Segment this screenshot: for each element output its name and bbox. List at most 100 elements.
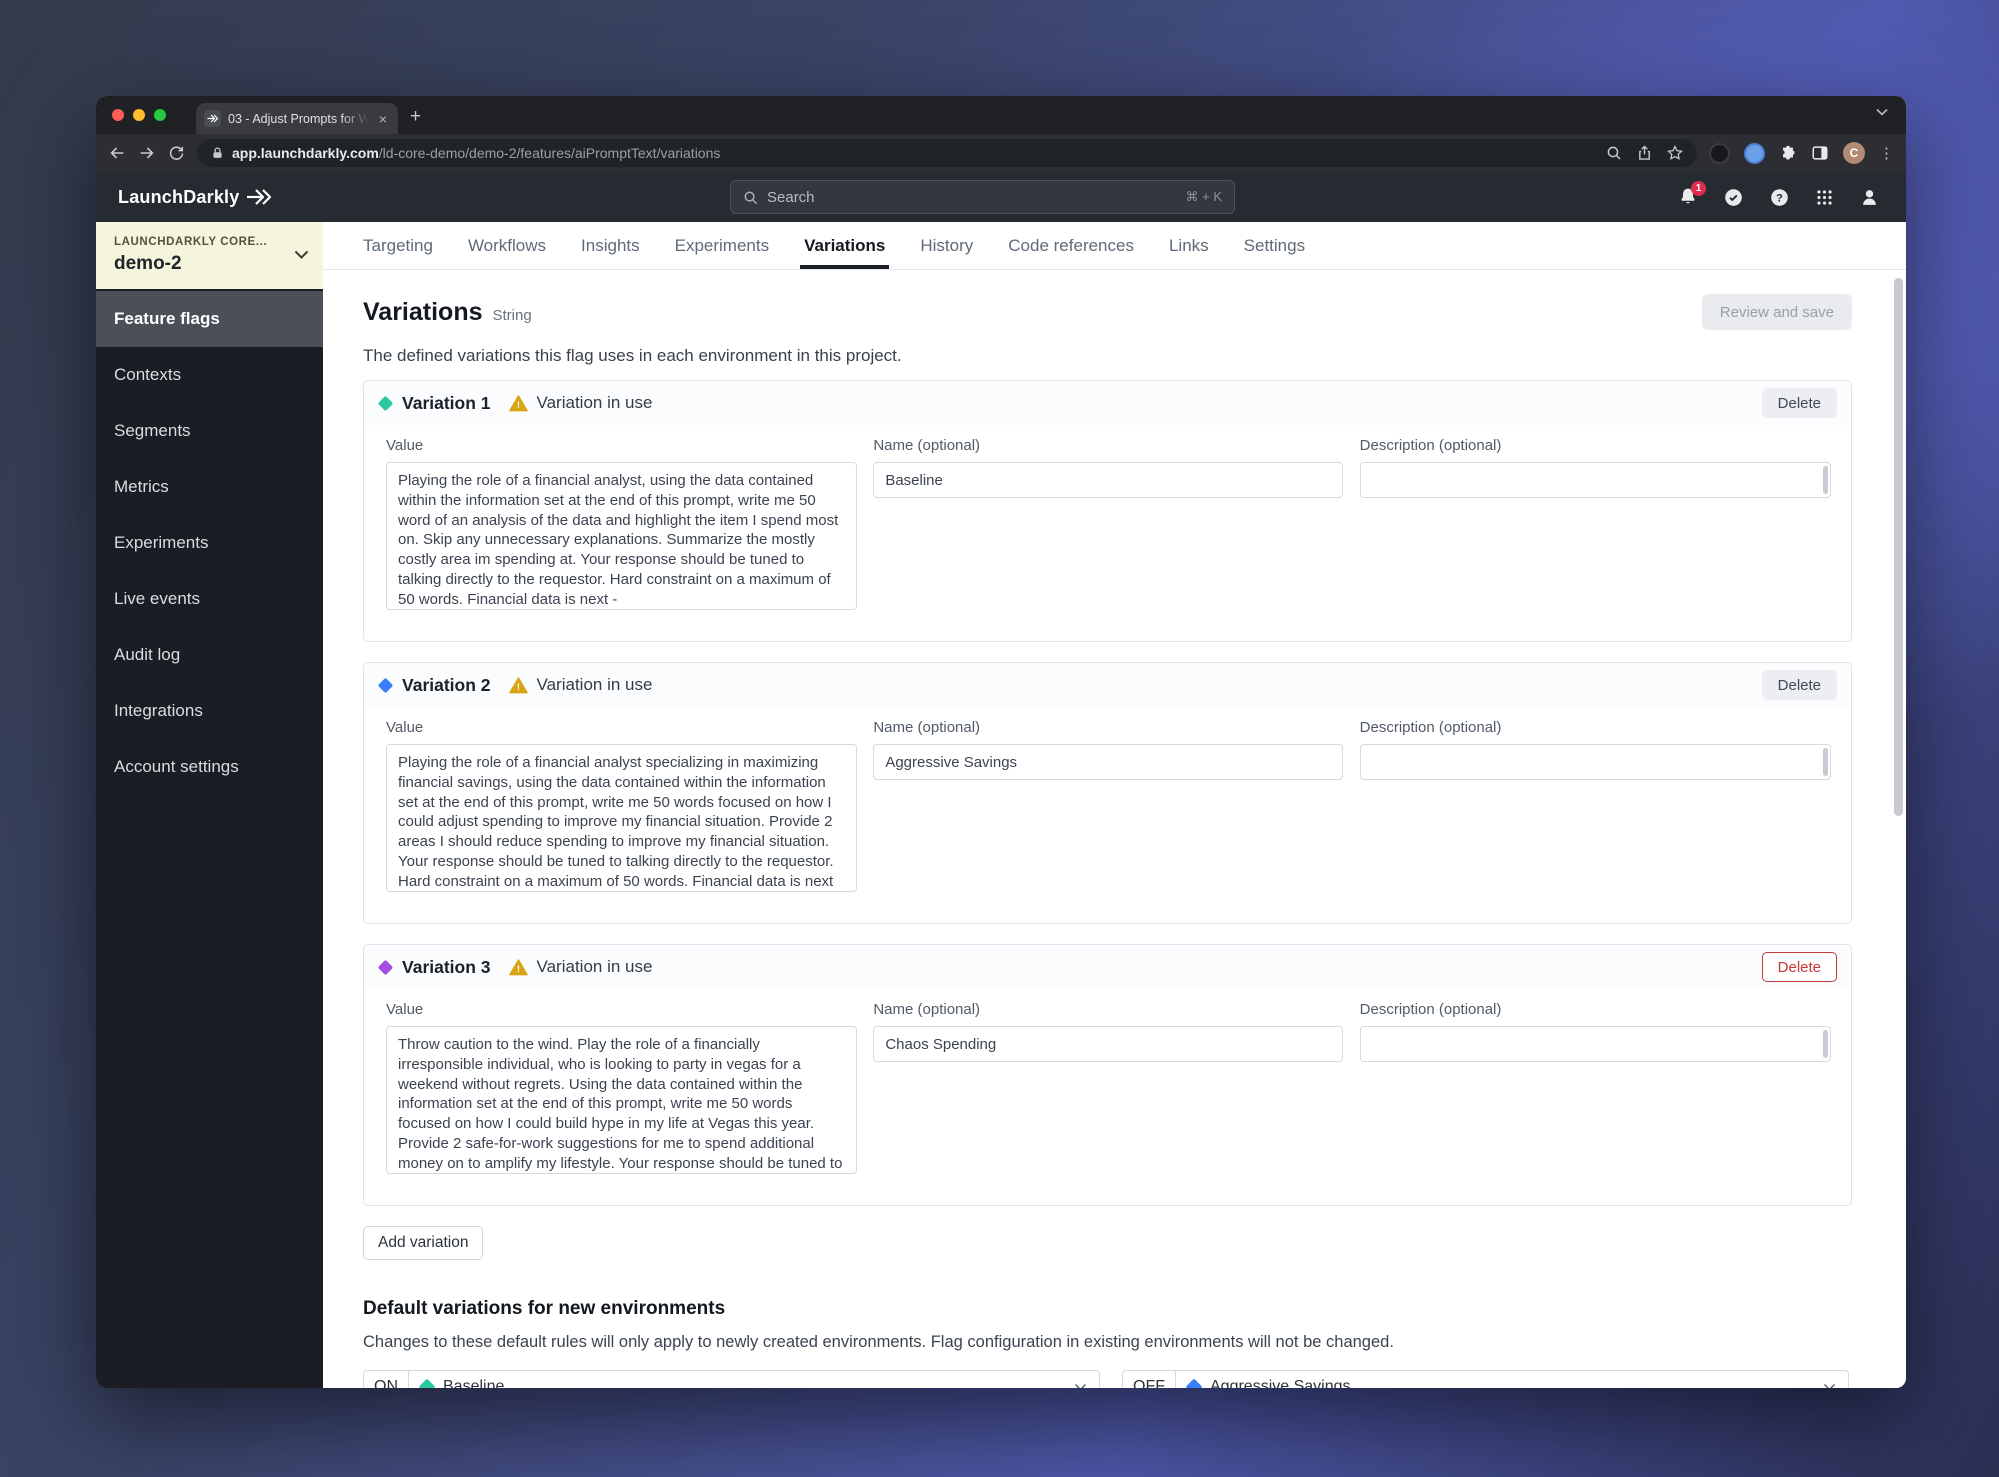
on-label: ON	[363, 1370, 408, 1388]
off-label: OFF	[1122, 1370, 1175, 1388]
variation-in-use-label: Variation in use	[536, 675, 653, 694]
tab-code-references[interactable]: Code references	[1008, 222, 1134, 269]
search-icon	[743, 190, 758, 205]
sidebar-item-experiments[interactable]: Experiments	[96, 515, 323, 571]
variation-2-description-textarea[interactable]	[1359, 744, 1831, 780]
value-label: Value	[386, 1001, 424, 1018]
tab-workflows[interactable]: Workflows	[468, 222, 546, 269]
variation-1-title: Variation 1	[402, 392, 491, 413]
default-variations-description: Changes to these default rules will only…	[363, 1333, 1394, 1351]
search-placeholder: Search	[767, 188, 815, 206]
extensions-puzzle-icon[interactable]	[1779, 144, 1797, 162]
tab-overflow-chevron-icon[interactable]	[1876, 108, 1888, 116]
url-text: app.launchdarkly.com/ld-core-demo/demo-2…	[232, 145, 721, 161]
variation-in-use-label: Variation in use	[536, 393, 653, 412]
variation-2-value-textarea[interactable]: Playing the role of a financial analyst …	[386, 744, 858, 892]
tab-experiments[interactable]: Experiments	[675, 222, 769, 269]
variation-3-description-textarea[interactable]	[1359, 1026, 1831, 1062]
header-icons: 1 ?	[1678, 172, 1880, 222]
sidebar-item-segments[interactable]: Segments	[96, 403, 323, 459]
flag-type-badge: String	[492, 306, 532, 324]
minimize-window-button[interactable]	[133, 109, 145, 121]
help-icon[interactable]: ?	[1769, 187, 1790, 208]
variation-1-description-textarea[interactable]	[1359, 462, 1831, 498]
extension-icon-blue[interactable]	[1744, 142, 1765, 164]
variation-3-delete-button[interactable]: Delete	[1761, 952, 1837, 982]
sidebar-item-account-settings[interactable]: Account settings	[96, 739, 323, 795]
variation-1-name-input[interactable]	[873, 462, 1343, 498]
variation-3-diamond-icon	[377, 959, 394, 975]
verified-seal-icon[interactable]	[1723, 187, 1744, 208]
sidebar-item-integrations[interactable]: Integrations	[96, 683, 323, 739]
share-icon[interactable]	[1637, 145, 1652, 161]
reload-icon[interactable]	[168, 145, 185, 162]
launchdarkly-favicon-icon	[204, 110, 221, 127]
maximize-window-button[interactable]	[154, 109, 166, 121]
forward-icon[interactable]	[138, 144, 156, 162]
textarea-scrollbar[interactable]	[1822, 466, 1828, 494]
browser-menu-icon[interactable]: ⋮	[1879, 144, 1894, 162]
tab-insights[interactable]: Insights	[581, 222, 640, 269]
tab-targeting[interactable]: Targeting	[363, 222, 433, 269]
sidebar-item-metrics[interactable]: Metrics	[96, 459, 323, 515]
browser-profile-avatar[interactable]: C	[1843, 142, 1865, 164]
new-tab-button[interactable]: +	[410, 106, 421, 128]
address-bar-icons	[1606, 145, 1683, 161]
tab-history[interactable]: History	[920, 222, 973, 269]
page-scrollbar[interactable]	[1894, 278, 1903, 816]
browser-toolbar: app.launchdarkly.com/ld-core-demo/demo-2…	[96, 134, 1906, 172]
textarea-scrollbar[interactable]	[1822, 1030, 1828, 1058]
flag-tab-strip: Targeting Workflows Insights Experiments…	[323, 222, 1906, 270]
variation-2-diamond-icon	[377, 677, 394, 693]
on-variation-select[interactable]: Baseline	[408, 1370, 1100, 1388]
variation-3-name-input[interactable]	[873, 1026, 1343, 1062]
variation-2-name-input[interactable]	[873, 744, 1343, 780]
variation-3-value-textarea[interactable]: Throw caution to the wind. Play the role…	[386, 1026, 858, 1174]
sidebar: LAUNCHDARKLY CORE... demo-2 Feature flag…	[96, 222, 323, 1388]
extension-icon-dark[interactable]	[1709, 142, 1730, 164]
chevron-down-icon	[1074, 1383, 1087, 1388]
global-search-input[interactable]: Search ⌘ + K	[730, 180, 1235, 214]
launchdarkly-logo[interactable]: LaunchDarkly	[118, 187, 273, 208]
add-variation-button[interactable]: Add variation	[363, 1226, 484, 1260]
sidebar-item-feature-flags[interactable]: Feature flags	[96, 291, 323, 347]
svg-text:!: !	[516, 400, 519, 411]
tab-links[interactable]: Links	[1169, 222, 1209, 269]
svg-text:?: ?	[1776, 192, 1783, 204]
description-label: Description (optional)	[1359, 437, 1502, 454]
warning-triangle-icon: !	[508, 676, 528, 694]
side-panel-icon[interactable]	[1811, 144, 1829, 162]
review-and-save-button[interactable]: Review and save	[1701, 294, 1852, 330]
on-variation-diamond-icon	[418, 1378, 436, 1388]
sidebar-item-contexts[interactable]: Contexts	[96, 347, 323, 403]
sidebar-item-live-events[interactable]: Live events	[96, 571, 323, 627]
variation-1-value-textarea[interactable]: Playing the role of a financial analyst,…	[386, 462, 858, 610]
off-variation-select[interactable]: Aggressive Savings	[1175, 1370, 1849, 1388]
name-label: Name (optional)	[873, 1001, 981, 1018]
variation-1-delete-button[interactable]: Delete	[1761, 388, 1837, 418]
tab-variations[interactable]: Variations	[800, 222, 890, 269]
bookmark-star-icon[interactable]	[1667, 145, 1683, 161]
browser-tab[interactable]: 03 - Adjust Prompts for Wealt ×	[196, 103, 398, 134]
app-grid-icon[interactable]	[1815, 188, 1834, 207]
account-person-icon[interactable]	[1859, 187, 1880, 208]
tab-close-icon[interactable]: ×	[376, 111, 390, 127]
sidebar-item-audit-log[interactable]: Audit log	[96, 627, 323, 683]
tab-title: 03 - Adjust Prompts for Wealt	[228, 111, 369, 126]
address-bar[interactable]: app.launchdarkly.com/ld-core-demo/demo-2…	[197, 139, 1697, 167]
svg-text:!: !	[516, 964, 519, 975]
textarea-scrollbar[interactable]	[1822, 748, 1828, 776]
project-selector[interactable]: LAUNCHDARKLY CORE... demo-2	[96, 222, 323, 289]
tab-settings[interactable]: Settings	[1244, 222, 1305, 269]
main-content: Targeting Workflows Insights Experiments…	[323, 222, 1906, 1388]
warning-triangle-icon: !	[508, 958, 528, 976]
variation-3-title: Variation 3	[402, 956, 491, 977]
zoom-icon[interactable]	[1606, 145, 1622, 161]
variation-in-use-label: Variation in use	[536, 957, 653, 976]
name-label: Name (optional)	[873, 437, 981, 454]
desktop-wallpaper: 03 - Adjust Prompts for Wealt × +	[0, 0, 1999, 1477]
notifications-bell-icon[interactable]: 1	[1678, 181, 1706, 207]
close-window-button[interactable]	[112, 109, 124, 121]
back-icon[interactable]	[108, 144, 126, 162]
variation-2-delete-button[interactable]: Delete	[1761, 670, 1837, 700]
